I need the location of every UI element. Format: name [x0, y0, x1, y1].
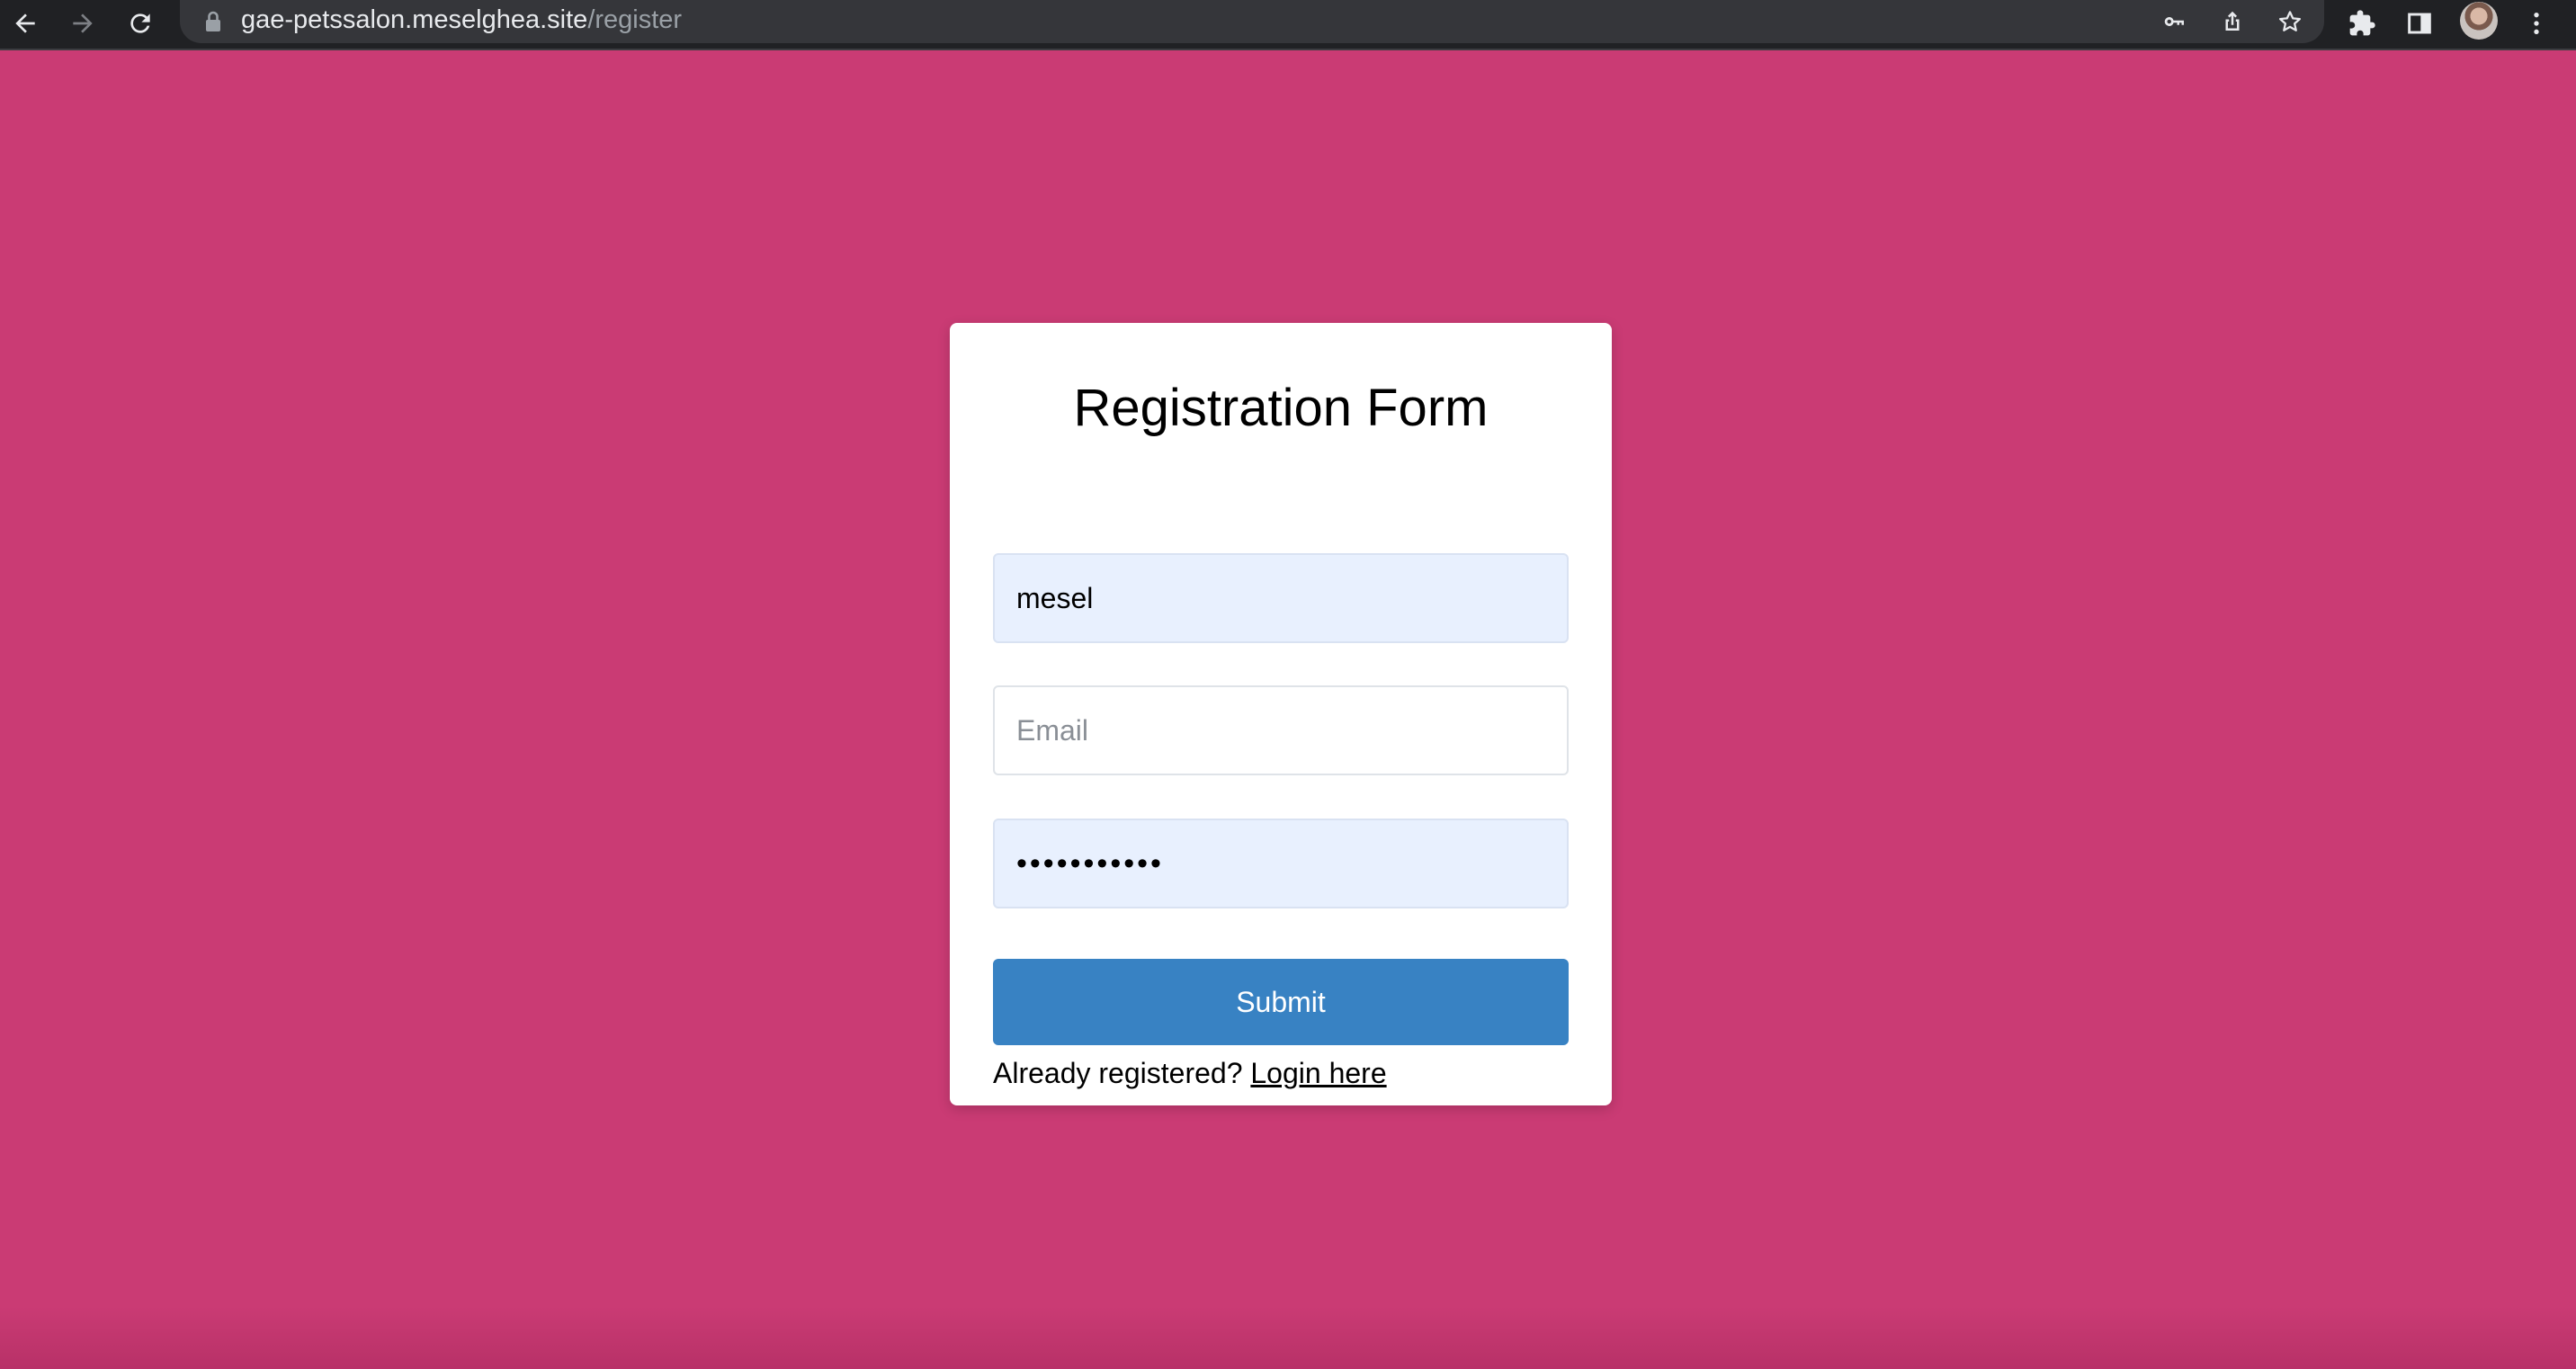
form-title: Registration Form	[1073, 379, 1489, 437]
page-background: Registration Form Submit Already registe…	[0, 50, 2576, 1369]
login-link[interactable]: Login here	[1250, 1057, 1386, 1089]
password-key-button[interactable]	[2157, 4, 2193, 40]
url-path: /register	[587, 5, 683, 34]
side-panel-icon	[2408, 13, 2431, 34]
kebab-menu-icon	[2534, 13, 2539, 34]
back-arrow-icon	[15, 13, 35, 33]
password-input[interactable]	[993, 819, 1569, 908]
lock-icon	[206, 11, 220, 31]
puzzle-icon	[2349, 10, 2375, 36]
forward-button[interactable]	[63, 4, 103, 43]
share-icon	[2225, 11, 2240, 31]
bookmark-star-icon	[2279, 11, 2301, 31]
registration-card: Registration Form Submit Already registe…	[950, 323, 1612, 1105]
url-host: gae-petssalon.meselghea.site	[241, 5, 588, 34]
login-prompt: Already registered? Login here	[993, 1053, 1387, 1093]
extensions-button[interactable]	[2342, 4, 2382, 43]
already-registered-text: Already registered?	[993, 1057, 1243, 1089]
menu-button[interactable]	[2517, 4, 2556, 43]
forward-arrow-icon	[73, 13, 93, 33]
username-input[interactable]	[993, 553, 1569, 643]
url-text: gae-petssalon.meselghea.site/register	[241, 2, 682, 38]
browser-toolbar: gae-petssalon.meselghea.site/register	[0, 0, 2576, 50]
email-input[interactable]	[993, 685, 1569, 775]
share-button[interactable]	[2214, 4, 2250, 40]
bookmark-button[interactable]	[2272, 4, 2308, 40]
address-bar[interactable]: gae-petssalon.meselghea.site/register	[180, 0, 2324, 43]
key-icon	[2164, 16, 2184, 26]
avatar[interactable]	[2460, 2, 2498, 40]
side-panel-button[interactable]	[2400, 4, 2439, 43]
submit-button[interactable]: Submit	[993, 959, 1569, 1045]
reload-icon	[130, 13, 150, 33]
back-button[interactable]	[5, 4, 45, 43]
reload-button[interactable]	[121, 4, 160, 43]
